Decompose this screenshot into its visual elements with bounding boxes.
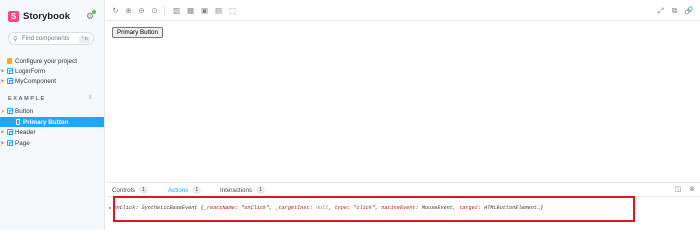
sidebar-item-page[interactable]: ▶ Page bbox=[0, 138, 104, 148]
section-label-example[interactable]: EXAMPLE bbox=[8, 96, 46, 102]
fullscreen-icon[interactable]: ⤢ bbox=[656, 6, 665, 15]
search-input[interactable] bbox=[22, 35, 82, 42]
tab-label: Actions bbox=[168, 186, 189, 194]
component-icon bbox=[6, 129, 13, 136]
search-box[interactable]: ⚲ ⌃K bbox=[8, 32, 94, 45]
component-icon bbox=[6, 140, 13, 147]
brand[interactable]: S Storybook bbox=[8, 11, 70, 22]
sidebar-item-label: Primary Button bbox=[23, 118, 69, 126]
zoom-out-icon[interactable]: ⊖ bbox=[137, 6, 146, 15]
tab-count-badge: 1 bbox=[256, 186, 266, 194]
tab-count-badge: 1 bbox=[192, 186, 202, 194]
expand-arrow-icon[interactable]: ▶ bbox=[109, 205, 111, 211]
grid-icon[interactable]: ▦ bbox=[186, 6, 195, 15]
sidebar-item-loginform[interactable]: ▶ LoginForm bbox=[0, 66, 104, 76]
reload-icon[interactable]: ↻ bbox=[111, 6, 120, 15]
preview-toolbar: ↻ ⊕ ⊖ ⊙ ▨ ▦ ▣ ▤ ⬚ ⤢ ⧉ 🔗 bbox=[106, 0, 700, 21]
tab-label: Interactions bbox=[220, 186, 252, 194]
copy-link-icon[interactable]: 🔗 bbox=[684, 6, 693, 15]
sidebar-item-header[interactable]: ▶ Header bbox=[0, 127, 104, 137]
sidebar-item-label: Page bbox=[15, 139, 30, 147]
sidebar: S Storybook ⚙ ⚲ ⌃K Configure your projec… bbox=[0, 0, 105, 230]
component-icon bbox=[6, 108, 13, 115]
open-new-tab-icon[interactable]: ⧉ bbox=[670, 6, 679, 15]
component-icon bbox=[6, 78, 13, 85]
zoom-in-icon[interactable]: ⊕ bbox=[124, 6, 133, 15]
gear-icon[interactable]: ⚙ bbox=[85, 10, 96, 21]
addons-tabs: Controls 1 Actions 1 Interactions 1 ◫ ⊗ bbox=[106, 183, 700, 198]
preview-canvas: Primary Button bbox=[106, 22, 700, 182]
sidebar-item-mycomponent[interactable]: ▶ MyComponent bbox=[0, 76, 104, 86]
tab-label: Controls bbox=[112, 186, 136, 194]
search-shortcut: ⌃K bbox=[78, 35, 90, 43]
sidebar-item-label: MyComponent bbox=[15, 77, 56, 85]
tab-controls[interactable]: Controls 1 bbox=[112, 183, 149, 197]
sidebar-item-primary-button[interactable]: Primary Button bbox=[0, 117, 104, 127]
tab-actions[interactable]: Actions 1 bbox=[168, 183, 202, 198]
tab-count-badge: 1 bbox=[139, 186, 149, 194]
sidebar-item-label: Configure your project bbox=[15, 57, 77, 65]
tab-interactions[interactable]: Interactions 1 bbox=[220, 183, 266, 197]
component-icon bbox=[6, 68, 13, 75]
sidebar-item-label: Header bbox=[15, 128, 36, 136]
sidebar-item-label: Button bbox=[15, 107, 34, 115]
sidebar-item-configure[interactable]: Configure your project bbox=[0, 56, 104, 66]
background-icon[interactable]: ▨ bbox=[172, 6, 181, 15]
story-icon bbox=[14, 119, 21, 126]
primary-button[interactable]: Primary Button bbox=[112, 27, 163, 38]
search-icon: ⚲ bbox=[13, 35, 18, 43]
highlight-annotation-box bbox=[113, 196, 635, 222]
brand-name: Storybook bbox=[23, 11, 70, 22]
sidebar-item-button[interactable]: ▼ Button bbox=[0, 106, 104, 116]
storybook-logo-icon: S bbox=[8, 11, 19, 22]
viewport-icon[interactable]: ▣ bbox=[200, 6, 209, 15]
toolbar-divider bbox=[164, 5, 165, 16]
panel-orientation-icon[interactable]: ◫ bbox=[674, 186, 682, 194]
outline-icon[interactable]: ⬚ bbox=[228, 6, 237, 15]
zoom-reset-icon[interactable]: ⊙ bbox=[150, 6, 159, 15]
sidebar-item-label: LoginForm bbox=[15, 67, 46, 75]
document-icon bbox=[6, 58, 13, 65]
expand-collapse-icon[interactable]: ⇕ bbox=[88, 95, 93, 101]
close-panel-icon[interactable]: ⊗ bbox=[688, 186, 696, 194]
measure-icon[interactable]: ▤ bbox=[214, 6, 223, 15]
update-dot-icon bbox=[92, 10, 96, 14]
